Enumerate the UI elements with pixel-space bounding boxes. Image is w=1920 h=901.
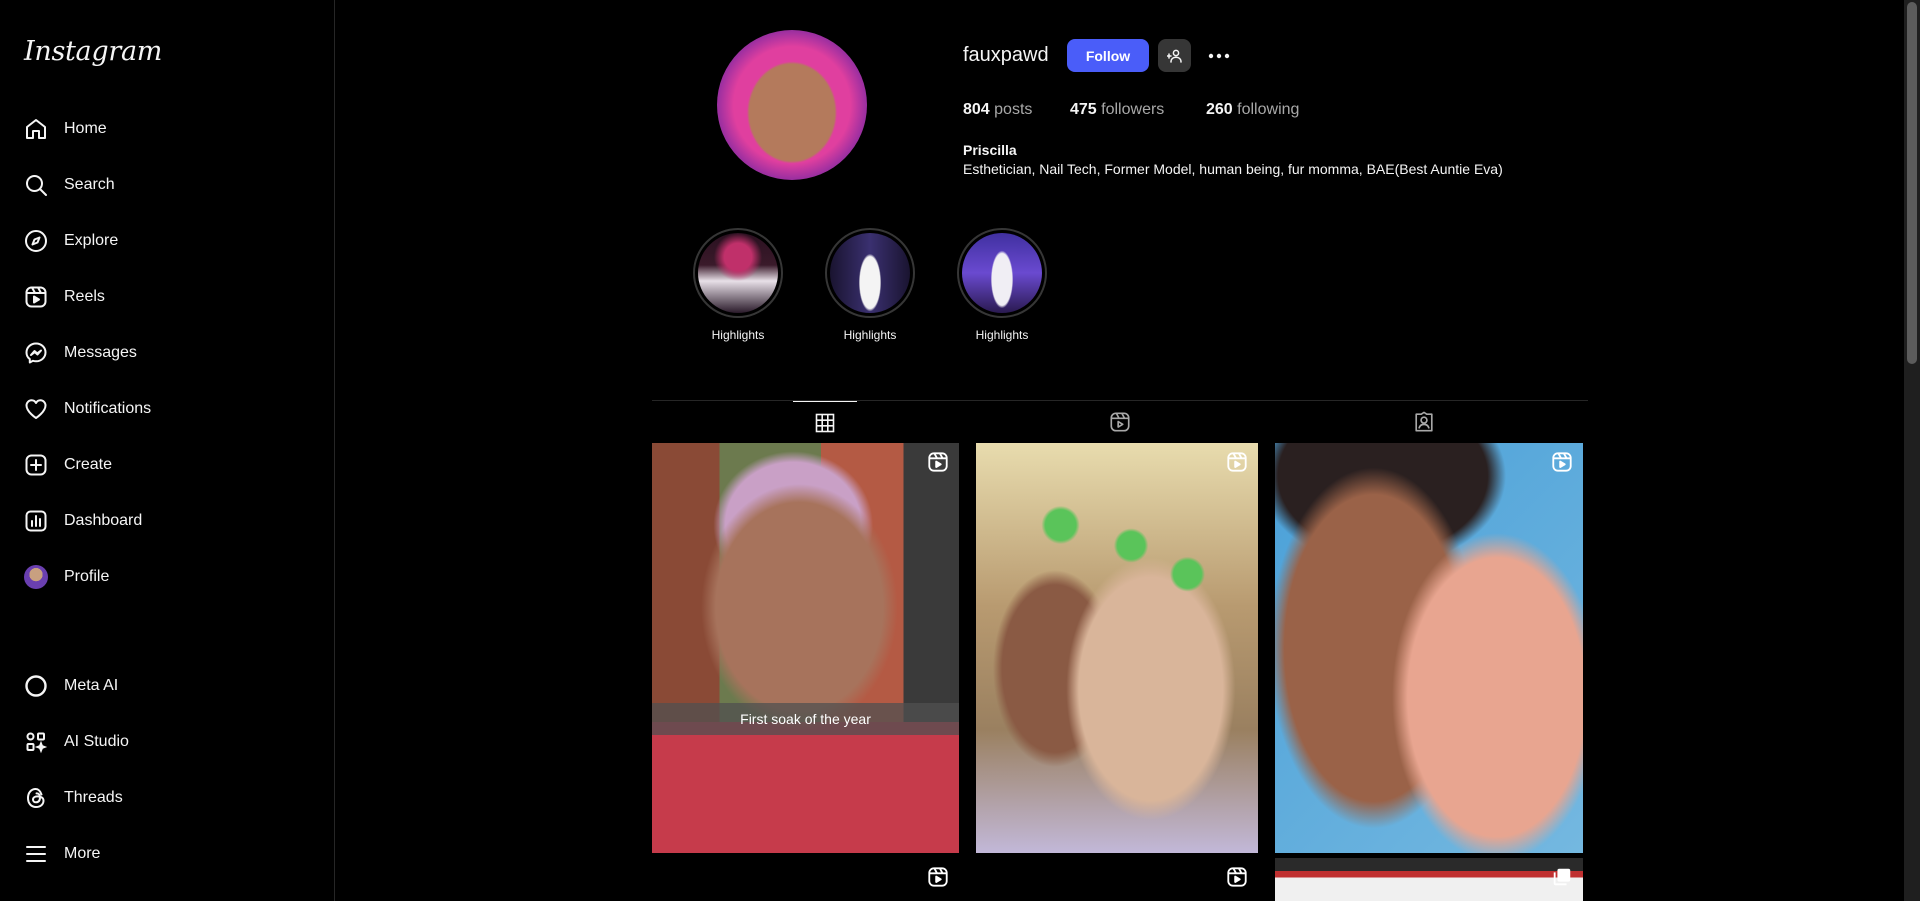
more-options-button[interactable]	[1204, 41, 1234, 71]
sidebar-item-label: AI Studio	[64, 733, 129, 750]
instagram-logo[interactable]: Instagram	[24, 36, 162, 67]
sidebar-item-ai-studio[interactable]: AI Studio	[12, 718, 317, 766]
sidebar-item-label: Threads	[64, 789, 123, 806]
highlight-label: Highlights	[975, 328, 1029, 342]
tab-posts[interactable]	[793, 401, 857, 443]
post-tile[interactable]	[1275, 443, 1583, 853]
following-count-label: following	[1237, 101, 1300, 118]
meta-ai-icon	[25, 675, 47, 697]
sidebar-item-create[interactable]: Create	[12, 441, 317, 489]
sidebar-item-threads[interactable]: Threads	[12, 774, 317, 822]
highlight-label: Highlights	[843, 328, 897, 342]
sidebar-item-notifications[interactable]: Notifications	[12, 385, 317, 433]
reels-icon	[1227, 452, 1247, 472]
sidebar-item-profile[interactable]: Profile	[12, 553, 317, 601]
home-icon	[26, 119, 46, 139]
post-tile[interactable]	[976, 858, 1258, 901]
instagram-app: Instagram Home Search Explore Reels Mess…	[0, 0, 1920, 901]
profile-bio: Esthetician, Nail Tech, Former Model, hu…	[963, 161, 1503, 177]
sidebar-item-label: Profile	[64, 568, 110, 585]
story-highlight[interactable]: Highlights	[825, 228, 915, 342]
dashboard-icon	[25, 510, 47, 532]
grid-icon	[815, 413, 835, 432]
sidebar-item-search[interactable]: Search	[12, 161, 317, 209]
sidebar-item-label: Home	[64, 120, 107, 137]
sidebar-item-more[interactable]: More	[12, 830, 317, 878]
highlight-thumbnail	[698, 233, 778, 313]
sidebar-item-label: Messages	[64, 344, 137, 361]
messenger-icon	[25, 342, 47, 364]
sidebar-item-reels[interactable]: Reels	[12, 273, 317, 321]
page-scrollbar[interactable]	[1904, 0, 1920, 901]
threads-icon	[26, 787, 45, 809]
sidebar-item-label: Search	[64, 176, 115, 193]
profile-username: fauxpawd	[963, 44, 1049, 66]
post-tile[interactable]	[976, 443, 1258, 853]
menu-icon	[26, 846, 46, 862]
sidebar-item-messages[interactable]: Messages	[12, 329, 317, 377]
carousel-icon	[1553, 868, 1571, 886]
scrollbar-thumb[interactable]	[1907, 2, 1917, 364]
follow-button[interactable]: Follow	[1067, 39, 1149, 72]
reels-icon	[1552, 452, 1572, 472]
posts-count: 804 posts	[963, 101, 1032, 119]
profile-picture[interactable]	[717, 30, 867, 180]
reels-icon	[928, 452, 948, 472]
sidebar-item-label: Reels	[64, 288, 105, 305]
followers-count-label: followers	[1101, 101, 1165, 118]
sidebar-item-label: Dashboard	[64, 512, 143, 529]
sidebar-item-label: Explore	[64, 232, 119, 249]
sidebar-item-label: Create	[64, 456, 113, 473]
sidebar-item-label: Meta AI	[64, 677, 119, 694]
highlight-thumbnail	[962, 233, 1042, 313]
sidebar-item-meta-ai[interactable]: Meta AI	[12, 662, 317, 710]
ai-studio-icon	[26, 732, 48, 754]
posts-count-label: posts	[994, 101, 1033, 118]
profile-tabs	[652, 400, 1588, 442]
posts-count-value: 804	[963, 101, 990, 118]
post-tile[interactable]	[652, 858, 959, 901]
compass-icon	[25, 230, 47, 252]
sidebar-item-label: More	[64, 845, 101, 862]
profile-full-name: Priscilla	[963, 142, 1017, 158]
story-highlight[interactable]: Highlights	[693, 228, 783, 342]
add-person-icon	[1166, 49, 1182, 63]
highlight-thumbnail	[830, 233, 910, 313]
avatar	[24, 565, 48, 589]
heart-icon	[25, 399, 47, 419]
suggested-accounts-button[interactable]	[1158, 39, 1191, 72]
story-highlight[interactable]: Highlights	[957, 228, 1047, 342]
profile-main: fauxpawd Follow 804 posts 475 followers …	[336, 0, 1904, 901]
reels-icon	[25, 286, 47, 308]
highlight-ring	[693, 228, 783, 318]
post-tile[interactable]: First soak of the year	[652, 443, 959, 853]
search-icon	[26, 175, 47, 196]
more-dots-icon	[1208, 53, 1230, 59]
sidebar-item-explore[interactable]: Explore	[12, 217, 317, 265]
followers-count-value: 475	[1070, 101, 1097, 118]
tab-tagged[interactable]	[1392, 401, 1456, 443]
sidebar-item-home[interactable]: Home	[12, 105, 317, 153]
plus-square-icon	[25, 454, 47, 476]
following-count-value: 260	[1206, 101, 1233, 118]
followers-count[interactable]: 475 followers	[1070, 101, 1164, 119]
post-caption: First soak of the year	[652, 703, 959, 735]
sidebar-item-label: Notifications	[64, 400, 152, 417]
post-tile[interactable]	[1275, 858, 1583, 901]
tagged-icon	[1415, 411, 1433, 432]
sidebar: Instagram Home Search Explore Reels Mess…	[0, 0, 335, 901]
reels-icon	[1110, 412, 1130, 432]
highlight-label: Highlights	[711, 328, 765, 342]
sidebar-item-dashboard[interactable]: Dashboard	[12, 497, 317, 545]
highlight-ring	[825, 228, 915, 318]
reels-icon	[928, 867, 948, 887]
reels-icon	[1227, 867, 1247, 887]
tab-reels[interactable]	[1088, 401, 1152, 443]
highlight-ring	[957, 228, 1047, 318]
following-count[interactable]: 260 following	[1206, 101, 1299, 119]
